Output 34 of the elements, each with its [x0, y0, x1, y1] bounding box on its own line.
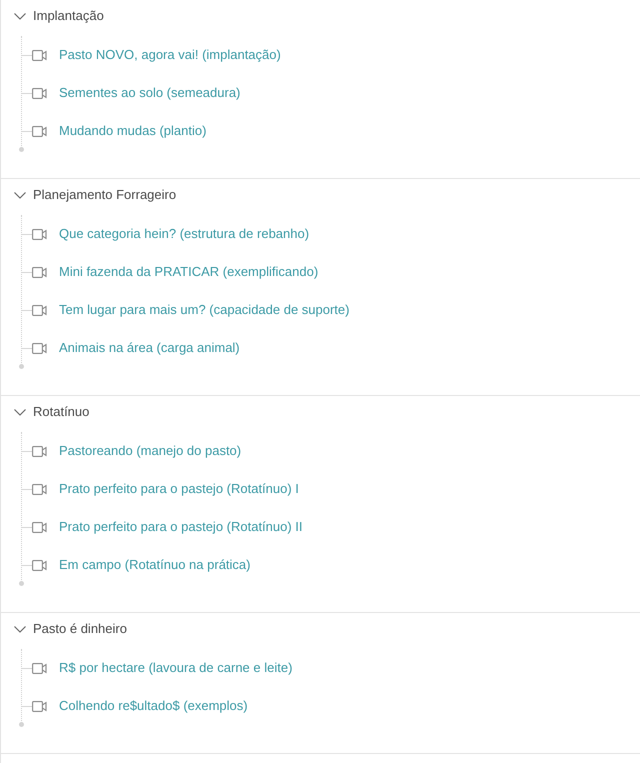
lesson-link[interactable]: Em campo (Rotatínuo na prática)	[59, 555, 250, 575]
section-title[interactable]: Pasto é dinheiro	[33, 619, 127, 639]
video-camera-icon	[32, 126, 47, 136]
video-camera-icon	[32, 662, 47, 674]
video-camera-icon	[32, 446, 47, 456]
chevron-down-icon[interactable]	[14, 408, 26, 416]
section-title[interactable]: Implantação	[33, 6, 104, 26]
video-camera-icon	[32, 88, 47, 98]
lesson-link[interactable]: Que categoria hein? (estrutura de rebanho)	[59, 224, 310, 244]
chevron-down-icon[interactable]	[14, 12, 26, 20]
lesson-link[interactable]: Pastoreando (manejo do pasto)	[59, 441, 242, 461]
section-title[interactable]: Rotatínuo	[33, 402, 90, 422]
lesson-link[interactable]: Colhendo re$ultado$ (exemplos)	[59, 696, 248, 716]
lesson-link[interactable]: Tem lugar para mais um? (capacidade de suporte)	[59, 300, 350, 320]
video-camera-icon	[32, 484, 47, 494]
chevron-down-icon[interactable]	[14, 626, 26, 632]
video-camera-icon	[32, 700, 47, 712]
lesson-link[interactable]: Animais na área (carga animal)	[59, 338, 240, 358]
video-camera-icon	[32, 342, 47, 354]
lesson-link[interactable]: Prato perfeito para o pastejo (Rotatínuo) I	[59, 479, 299, 499]
lesson-link[interactable]: Pasto NOVO, agora vai! (implantação)	[59, 45, 281, 65]
lesson-link[interactable]: Prato perfeito para o pastejo (Rotatínuo) II	[59, 517, 303, 537]
video-camera-icon	[32, 560, 47, 570]
video-camera-icon	[32, 522, 47, 532]
lesson-link[interactable]: R$ por hectare (lavoura de carne e leite)	[59, 658, 292, 678]
lesson-link[interactable]: Sementes ao solo (semeadura)	[59, 83, 240, 103]
lesson-link[interactable]: Mudando mudas (plantio)	[59, 121, 206, 141]
lesson-link[interactable]: Mini fazenda da PRATICAR (exemplificando)	[59, 262, 318, 282]
video-camera-icon	[32, 304, 47, 316]
section-title[interactable]: Planejamento Forrageiro	[33, 185, 176, 205]
video-camera-icon	[32, 50, 47, 60]
video-camera-icon	[32, 228, 47, 240]
chevron-down-icon[interactable]	[14, 192, 26, 198]
video-camera-icon	[32, 266, 47, 278]
